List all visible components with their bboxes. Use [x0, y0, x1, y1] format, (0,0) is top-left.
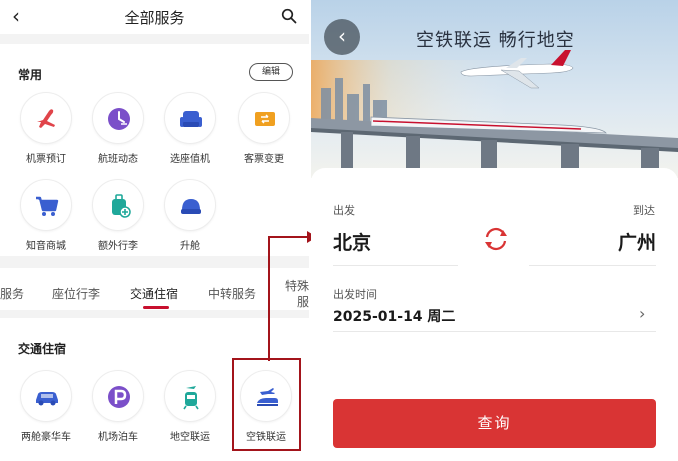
departure-date[interactable]: 2025-01-14 周二: [333, 306, 455, 326]
search-icon[interactable]: [281, 8, 297, 24]
departure-label: 出发: [333, 204, 355, 217]
service-airport-parking[interactable]: 机场泊车: [85, 370, 151, 443]
parking-icon: [108, 386, 130, 408]
tab-transport-lodging[interactable]: 交通住宿: [130, 285, 178, 302]
hero-slogan: 空铁联运 畅行地空: [416, 30, 575, 51]
service-label: 客票变更: [244, 154, 284, 165]
service-label: 升舱: [180, 241, 200, 252]
chevron-right-icon[interactable]: ›: [639, 304, 645, 323]
divider: [333, 331, 656, 332]
departure-city[interactable]: 北京: [333, 228, 371, 255]
edit-button[interactable]: 编辑: [249, 63, 293, 81]
service-seat-checkin[interactable]: 选座值机: [157, 92, 223, 165]
service-label: 两舱豪华车: [21, 432, 71, 443]
service-label: 选座值机: [170, 154, 210, 165]
tab-services[interactable]: 服务: [0, 285, 24, 302]
hero-banner: ‹ 空铁联运 畅行地空: [311, 0, 678, 178]
service-label: 机票预订: [26, 154, 66, 165]
arrival-city[interactable]: 广州: [618, 228, 656, 255]
section-title-common: 常用: [18, 68, 43, 82]
luggage-icon: [112, 194, 131, 218]
car-icon: [36, 392, 58, 406]
air-rail-booking-panel: ‹ 空铁联运 畅行地空 出发 到达 北京 广州 出发时间 2025-01-14 …: [311, 0, 678, 461]
ground-air-icon: [183, 386, 199, 410]
seat-icon: [180, 111, 202, 127]
service-label: 额外行李: [98, 241, 138, 252]
ticket-change-icon: [255, 112, 275, 126]
service-flight-status[interactable]: 航班动态: [85, 92, 151, 165]
service-luxury-car[interactable]: 两舱豪华车: [13, 370, 79, 443]
category-tabs: 服务 座位行李 交通住宿 中转服务 特殊 服: [0, 268, 309, 310]
flight-status-icon: [108, 108, 130, 130]
upgrade-seat-icon: [181, 199, 201, 214]
top-bar: ‹ 全部服务: [0, 0, 309, 34]
page-title: 全部服务: [124, 9, 185, 27]
cart-icon: [36, 196, 59, 216]
date-label: 出发时间: [333, 288, 377, 301]
service-label: 机场泊车: [98, 432, 138, 443]
tab-transfer-services[interactable]: 中转服务: [208, 285, 256, 302]
service-ground-air[interactable]: 地空联运: [157, 370, 223, 443]
connector-arrow: [268, 231, 317, 361]
divider: [333, 265, 458, 266]
highlight-box: [232, 358, 301, 451]
divider: [529, 265, 656, 266]
service-label: 知音商城: [26, 241, 66, 252]
common-services-card: 常用 编辑 机票预订 航班动态 选座值机 客票变更 知音商城 额外行李 升舱: [0, 44, 309, 256]
plane-icon: [37, 109, 55, 128]
service-flight-booking[interactable]: 机票预订: [13, 92, 79, 165]
booking-form: 出发 到达 北京 广州 出发时间 2025-01-14 周二 › 查询: [311, 168, 678, 461]
service-label: 航班动态: [98, 154, 138, 165]
back-button[interactable]: ‹: [324, 19, 360, 55]
service-label: 地空联运: [170, 432, 210, 443]
service-extra-baggage[interactable]: 额外行李: [85, 179, 151, 252]
tab-seat-baggage[interactable]: 座位行李: [52, 285, 100, 302]
service-mall[interactable]: 知音商城: [13, 179, 79, 252]
service-upgrade[interactable]: 升舱: [157, 179, 223, 252]
section-title-transport: 交通住宿: [18, 342, 67, 356]
all-services-panel: ‹ 全部服务 常用 编辑 机票预订 航班动态 选座值机 客票变更 知音商城 额外…: [0, 0, 309, 461]
arrival-label: 到达: [633, 204, 655, 217]
swap-cities-icon[interactable]: [481, 224, 511, 254]
query-button[interactable]: 查询: [333, 399, 656, 448]
active-tab-indicator: [143, 306, 169, 309]
service-ticket-change[interactable]: 客票变更: [231, 92, 297, 165]
